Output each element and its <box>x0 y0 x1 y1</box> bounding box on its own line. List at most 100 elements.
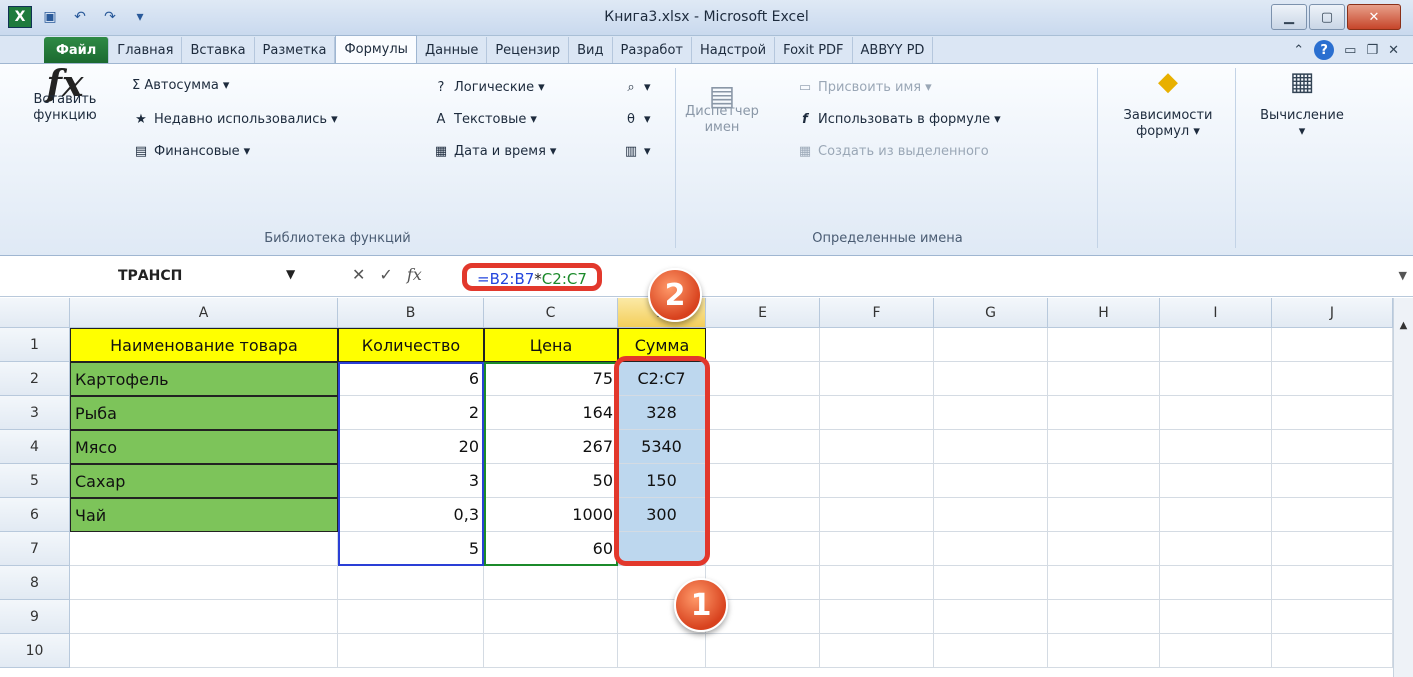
cell-name[interactable]: Мясо <box>70 430 338 464</box>
grid-cell[interactable] <box>820 396 934 430</box>
collapse-ribbon-icon[interactable]: ⌃ <box>1293 43 1304 58</box>
grid-cell[interactable] <box>1048 396 1160 430</box>
tab-review[interactable]: Рецензир <box>487 37 570 63</box>
cell-name[interactable]: Чай <box>70 498 338 532</box>
column-header-b[interactable]: B <box>338 298 484 328</box>
row-header-7[interactable]: 7 <box>0 532 70 566</box>
close-button[interactable]: ✕ <box>1347 4 1401 30</box>
grid-cell[interactable] <box>1272 430 1393 464</box>
grid-cell[interactable] <box>820 600 934 634</box>
enter-icon[interactable]: ✓ <box>379 265 392 284</box>
use-in-formula-button[interactable]: f Использовать в формуле ▾ <box>796 110 1000 128</box>
tab-file[interactable]: Файл <box>44 37 110 63</box>
name-manager-button[interactable]: ▤ Диспетчер имен <box>682 82 762 136</box>
grid-cell[interactable] <box>1272 396 1393 430</box>
grid-cell[interactable] <box>820 532 934 566</box>
grid-cell[interactable] <box>1160 328 1272 362</box>
workbook-close-icon[interactable]: ✕ <box>1388 43 1399 58</box>
create-from-selection-button[interactable]: ▦ Создать из выделенного <box>796 142 989 160</box>
tab-layout[interactable]: Разметка <box>255 37 336 63</box>
grid-cell[interactable] <box>70 600 338 634</box>
minimize-button[interactable]: ▁ <box>1271 4 1307 30</box>
grid-cell[interactable] <box>706 328 820 362</box>
select-all-corner[interactable] <box>0 298 70 328</box>
row-header-10[interactable]: 10 <box>0 634 70 668</box>
grid-cell[interactable] <box>820 566 934 600</box>
grid-cell[interactable] <box>934 532 1048 566</box>
grid-cell[interactable] <box>1272 328 1393 362</box>
cell-name[interactable]: Рыба <box>70 396 338 430</box>
insert-function-button[interactable]: fx Вставить функцию <box>30 66 100 124</box>
row-header-8[interactable]: 8 <box>0 566 70 600</box>
grid-cell[interactable] <box>706 532 820 566</box>
grid-cell[interactable] <box>706 498 820 532</box>
grid-cell[interactable] <box>1048 430 1160 464</box>
grid-cell[interactable] <box>1272 566 1393 600</box>
grid-cell[interactable] <box>1048 362 1160 396</box>
grid-cell[interactable] <box>70 566 338 600</box>
cancel-icon[interactable]: ✕ <box>352 265 365 284</box>
table-header[interactable]: Количество <box>338 328 484 362</box>
column-header-a[interactable]: A <box>70 298 338 328</box>
column-header-c[interactable]: C <box>484 298 618 328</box>
grid-cell[interactable] <box>1272 634 1393 668</box>
tab-view[interactable]: Вид <box>569 37 613 63</box>
cell-name[interactable]: Картофель <box>70 362 338 396</box>
grid-cell[interactable] <box>1160 362 1272 396</box>
cell-name[interactable] <box>70 532 338 566</box>
grid-cell[interactable] <box>1272 532 1393 566</box>
grid-cell[interactable] <box>1048 532 1160 566</box>
grid-cell[interactable] <box>934 430 1048 464</box>
grid-cell[interactable] <box>820 362 934 396</box>
grid-cell[interactable] <box>820 328 934 362</box>
grid-cell[interactable] <box>1272 498 1393 532</box>
grid-cell[interactable] <box>484 600 618 634</box>
cell-name[interactable]: Сахар <box>70 464 338 498</box>
grid-cell[interactable] <box>706 464 820 498</box>
formula-input[interactable]: =B2:B7*C2:C7 <box>462 263 602 291</box>
grid-cell[interactable] <box>820 498 934 532</box>
grid-cell[interactable] <box>934 362 1048 396</box>
grid-cell[interactable] <box>934 328 1048 362</box>
grid-cell[interactable] <box>934 566 1048 600</box>
name-box-dropdown-icon[interactable]: ▼ <box>286 267 295 281</box>
name-box[interactable]: ТРАНСП <box>40 265 300 289</box>
grid-cell[interactable] <box>934 600 1048 634</box>
grid-cell[interactable] <box>820 464 934 498</box>
define-name-button[interactable]: ▭ Присвоить имя ▾ <box>796 78 932 96</box>
grid-cell[interactable] <box>484 634 618 668</box>
more-functions-button[interactable]: ▥ ▾ <box>622 142 651 160</box>
grid-cell[interactable] <box>1048 464 1160 498</box>
autosum-button[interactable]: Σ Автосумма ▾ <box>132 78 229 93</box>
grid-cell[interactable] <box>338 600 484 634</box>
grid-cell[interactable] <box>1160 566 1272 600</box>
math-button[interactable]: θ ▾ <box>622 110 651 128</box>
maximize-button[interactable]: ▢ <box>1309 4 1345 30</box>
text-button[interactable]: A Текстовые ▾ <box>432 110 537 128</box>
grid-cell[interactable] <box>934 634 1048 668</box>
workbook-restore-icon[interactable]: ❐ <box>1366 43 1378 58</box>
grid-cell[interactable] <box>1048 328 1160 362</box>
table-header[interactable]: Цена <box>484 328 618 362</box>
grid-cell[interactable] <box>1160 600 1272 634</box>
row-header-1[interactable]: 1 <box>0 328 70 362</box>
tab-home[interactable]: Главная <box>109 37 183 63</box>
grid-cell[interactable] <box>1048 498 1160 532</box>
grid-cell[interactable] <box>706 362 820 396</box>
grid-cell[interactable] <box>820 430 934 464</box>
row-header-5[interactable]: 5 <box>0 464 70 498</box>
grid-cell[interactable] <box>1160 396 1272 430</box>
grid-cell[interactable] <box>1160 430 1272 464</box>
column-header-g[interactable]: G <box>934 298 1048 328</box>
grid-cell[interactable] <box>934 498 1048 532</box>
grid-cell[interactable] <box>1160 464 1272 498</box>
grid-cell[interactable] <box>934 464 1048 498</box>
scroll-up-icon[interactable]: ▲ <box>1394 320 1413 331</box>
table-header[interactable]: Наименование товара <box>70 328 338 362</box>
column-header-h[interactable]: H <box>1048 298 1160 328</box>
row-header-4[interactable]: 4 <box>0 430 70 464</box>
grid-cell[interactable] <box>1048 634 1160 668</box>
grid-cell[interactable] <box>706 430 820 464</box>
column-header-i[interactable]: I <box>1160 298 1272 328</box>
grid-cell[interactable] <box>934 396 1048 430</box>
